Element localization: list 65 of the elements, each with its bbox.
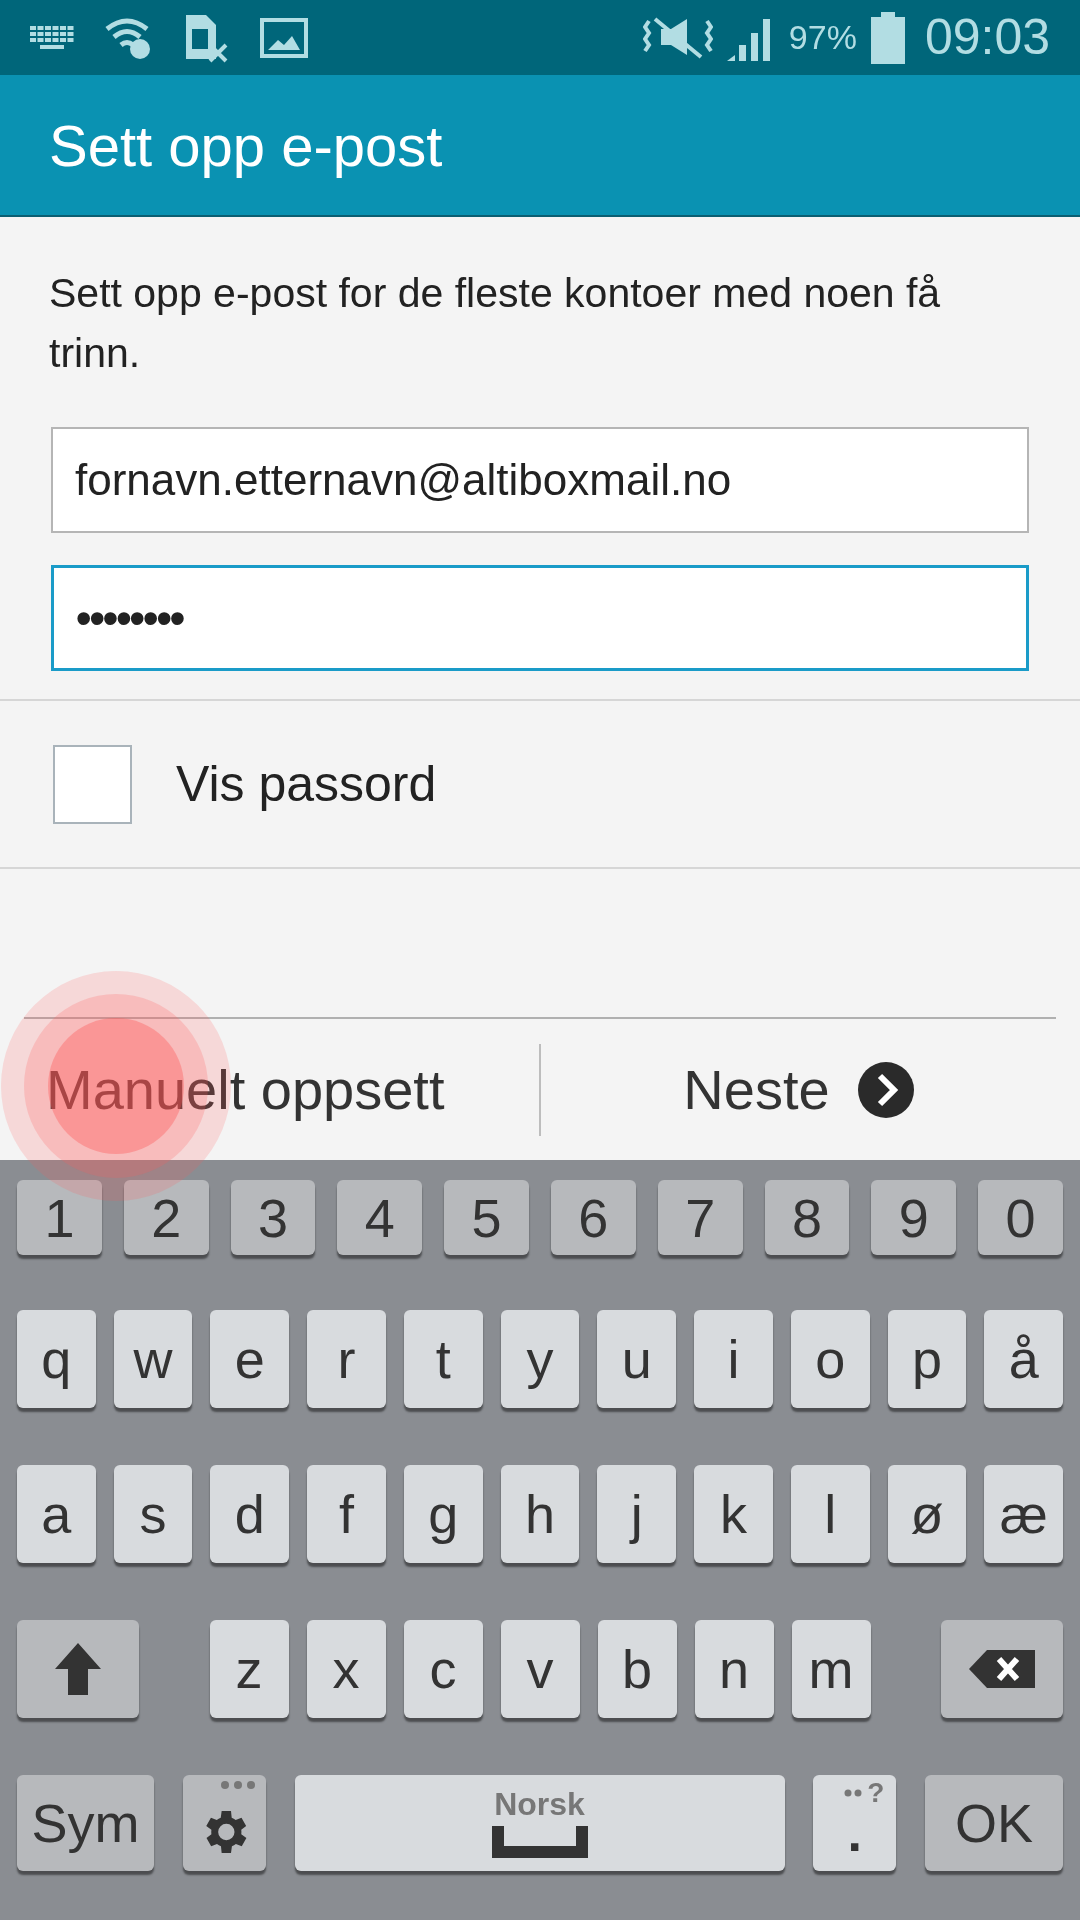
shift-key[interactable] — [17, 1620, 139, 1718]
keyboard-key[interactable]: e — [210, 1310, 290, 1408]
chevron-right-icon — [857, 1061, 914, 1118]
up-arrow-icon — [55, 1643, 101, 1695]
keyboard-key[interactable]: å — [984, 1310, 1064, 1408]
next-button[interactable]: Neste — [541, 1019, 1056, 1160]
keyboard-key[interactable]: h — [500, 1465, 580, 1563]
keyboard-key[interactable]: x — [306, 1620, 386, 1718]
space-bar-icon — [491, 1826, 588, 1858]
keyboard-key[interactable]: p — [887, 1310, 967, 1408]
keyboard-icon — [30, 25, 74, 50]
keyboard-key[interactable]: n — [694, 1620, 774, 1718]
keyboard-key[interactable]: æ — [984, 1465, 1064, 1563]
keyboard-key[interactable]: y — [500, 1310, 580, 1408]
keyboard-key[interactable]: c — [403, 1620, 483, 1718]
keyboard-key[interactable]: d — [210, 1465, 290, 1563]
keyboard-key[interactable]: 9 — [871, 1180, 957, 1255]
keyboard-key[interactable]: 1 — [17, 1180, 102, 1255]
keyboard-key[interactable]: 8 — [764, 1180, 850, 1255]
password-field[interactable]: •••••••• — [51, 565, 1029, 671]
keyboard-key[interactable]: 6 — [551, 1180, 636, 1255]
checkbox[interactable] — [53, 744, 132, 824]
settings-key[interactable] — [182, 1775, 266, 1871]
keyboard-key[interactable]: j — [597, 1465, 677, 1563]
more-dots-icon — [219, 1780, 256, 1790]
keyboard-key[interactable]: z — [209, 1620, 289, 1718]
keyboard-key[interactable]: g — [403, 1465, 483, 1563]
keyboard-key[interactable]: ø — [887, 1465, 967, 1563]
keyboard-key[interactable]: q — [17, 1310, 96, 1408]
keyboard-key[interactable]: 2 — [123, 1180, 209, 1255]
backspace-key[interactable] — [941, 1620, 1063, 1718]
keyboard-key[interactable]: 5 — [444, 1180, 529, 1255]
keyboard-key[interactable]: 0 — [978, 1180, 1063, 1255]
battery-percentage: 97% — [788, 17, 857, 58]
keyboard-key[interactable]: i — [694, 1310, 773, 1408]
key-hint: ? — [867, 1779, 885, 1807]
keyboard-key[interactable]: 3 — [230, 1180, 316, 1255]
image-icon — [260, 17, 308, 58]
keyboard-key[interactable]: w — [113, 1310, 193, 1408]
keyboard-key[interactable]: v — [500, 1620, 580, 1718]
keyboard-key[interactable]: 7 — [657, 1180, 743, 1255]
clock-time: 09:03 — [924, 8, 1050, 67]
keyboard-key[interactable]: r — [307, 1310, 386, 1408]
sim-card-x-icon — [184, 12, 230, 63]
keyboard-key[interactable]: t — [403, 1310, 483, 1408]
keyboard-key[interactable]: b — [597, 1620, 677, 1718]
period-key[interactable]: ? . — [813, 1775, 897, 1871]
keyboard-key[interactable]: a — [17, 1465, 96, 1563]
keyboard-key[interactable]: m — [791, 1620, 871, 1718]
email-field[interactable]: fornavn.etternavn@altiboxmail.no — [51, 427, 1029, 533]
intro-text: Sett opp e-post for de fleste kontoer med noen få trinn. — [48, 269, 942, 378]
keyboard-key[interactable]: k — [694, 1465, 773, 1563]
keyboard-key[interactable]: 4 — [337, 1180, 423, 1255]
checkbox-label: Vis passord — [176, 754, 437, 814]
keyboard-key[interactable]: s — [113, 1465, 193, 1563]
symbols-key[interactable]: Sym — [17, 1775, 154, 1871]
keyboard-key[interactable]: u — [597, 1310, 677, 1408]
battery-icon — [870, 11, 905, 64]
screen-title: Sett opp e-post — [49, 111, 443, 180]
keyboard-key[interactable]: o — [790, 1310, 870, 1408]
manual-setup-button[interactable]: Manuelt oppsett — [24, 1019, 539, 1160]
backspace-icon — [969, 1650, 1035, 1688]
ok-key[interactable]: OK — [925, 1775, 1063, 1871]
keyboard-key[interactable]: f — [307, 1465, 386, 1563]
keyboard-key[interactable]: l — [790, 1465, 870, 1563]
